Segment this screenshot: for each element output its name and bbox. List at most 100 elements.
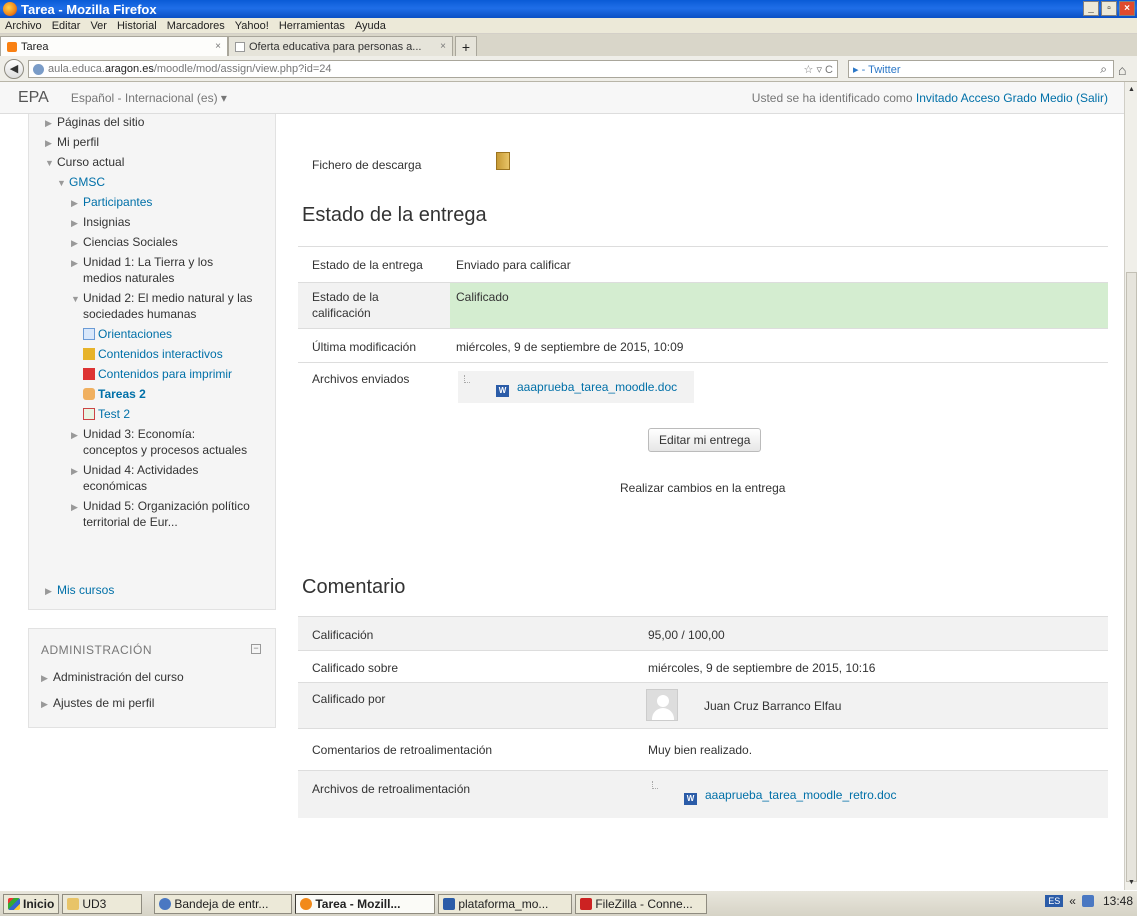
firefox-icon: [300, 897, 313, 910]
taskbar-item-bandeja[interactable]: Bandeja de entr...: [154, 893, 293, 914]
menu-yahoo[interactable]: Yahoo!: [230, 20, 274, 32]
system-tray: ES « 13:48: [1045, 894, 1133, 908]
close-icon[interactable]: ×: [440, 41, 446, 52]
taskbar-item-filezilla[interactable]: FileZilla - Conne...: [575, 893, 708, 914]
nav-unidad-1-cont[interactable]: medios naturales: [83, 270, 174, 286]
download-file-icon[interactable]: [496, 152, 510, 170]
nav-unidad-2[interactable]: ▼ Unidad 2: El medio natural y las: [71, 290, 252, 307]
new-tab-button[interactable]: +: [455, 36, 477, 56]
taskbar-item-firefox[interactable]: Tarea - Mozill...: [295, 893, 436, 914]
url-bar[interactable]: aula.educa. aragon.es/moodle/mod/assign/v…: [28, 60, 838, 78]
menu-editar[interactable]: Editar: [47, 20, 86, 32]
tab-tarea[interactable]: Tarea ×: [0, 36, 228, 56]
nav-insignias[interactable]: ▶ Insignias: [71, 214, 130, 231]
scroll-up-arrow[interactable]: ▲: [1126, 84, 1137, 95]
nav-unidad-3[interactable]: ▶ Unidad 3: Economía:: [71, 426, 195, 443]
network-icon[interactable]: [1081, 895, 1094, 907]
bookmark-reload-icons[interactable]: ☆ ▿ C: [804, 63, 833, 76]
word-icon: [443, 897, 456, 910]
nav-unidad-4[interactable]: ▶ Unidad 4: Actividades: [71, 462, 198, 479]
nav-unidad-5[interactable]: ▶ Unidad 5: Organización político: [71, 498, 250, 515]
search-icon[interactable]: ⌕: [1100, 62, 1107, 77]
menu-ver[interactable]: Ver: [85, 20, 112, 32]
input-language[interactable]: ES: [1045, 895, 1064, 907]
expand-icon: ▶: [71, 218, 78, 228]
nav-test-2[interactable]: Test 2: [83, 406, 130, 422]
close-window-button[interactable]: ×: [1119, 1, 1135, 16]
login-user-link[interactable]: Invitado Acceso Grado Medio: [916, 91, 1073, 105]
collapse-block-icon[interactable]: −: [251, 644, 261, 654]
nav-participantes[interactable]: ▶ Participantes: [71, 194, 152, 211]
mail-icon: [159, 897, 172, 910]
page-icon: [83, 328, 95, 340]
minimize-button[interactable]: _: [1083, 1, 1099, 16]
tray-expand[interactable]: «: [1069, 894, 1076, 908]
edit-submission-button[interactable]: Editar mi entrega: [648, 428, 762, 452]
logout-link[interactable]: (Salir): [1076, 91, 1108, 105]
search-bar[interactable]: ▸ - Twitter ⌕: [848, 60, 1114, 78]
nav-mis-cursos[interactable]: ▶ Mis cursos: [45, 582, 114, 599]
taskbar-item-ud3[interactable]: UD3: [62, 893, 143, 914]
nav-gmsc[interactable]: ▼ GMSC: [57, 174, 105, 191]
scroll-thumb[interactable]: [1126, 272, 1137, 882]
grading-status: Calificado: [456, 290, 509, 304]
nav-unidad-5-cont[interactable]: territorial de Eur...: [83, 514, 178, 530]
tab-oferta[interactable]: Oferta educativa para personas a... ×: [228, 36, 453, 56]
expand-icon: ▶: [71, 198, 78, 208]
scroll-down-arrow[interactable]: ▼: [1126, 877, 1137, 888]
avatar[interactable]: [646, 689, 678, 721]
nav-orientaciones[interactable]: Orientaciones: [83, 326, 172, 342]
nav-unidad-3-cont[interactable]: conceptos y procesos actuales: [83, 442, 247, 458]
close-icon[interactable]: ×: [215, 41, 221, 52]
start-button[interactable]: Inicio: [3, 893, 60, 914]
nav-unidad-4-cont[interactable]: económicas: [83, 478, 147, 494]
language-selector[interactable]: Español - Internacional (es) ▾: [71, 91, 227, 105]
nav-paginas-sitio[interactable]: ▶ Páginas del sitio: [45, 114, 144, 131]
nav-ciencias-sociales[interactable]: ▶ Ciencias Sociales: [71, 234, 178, 251]
admin-ajustes-perfil-link[interactable]: ▶ Ajustes de mi perfil: [41, 695, 154, 712]
admin-curso-link[interactable]: ▶ Administración del curso: [41, 669, 184, 686]
submitted-file-link[interactable]: Waaaprueba_tarea_moodle.doc: [496, 379, 677, 397]
menu-historial[interactable]: Historial: [112, 20, 162, 32]
nav-unidad-1[interactable]: ▶ Unidad 1: La Tierra y los: [71, 254, 213, 271]
nav-curso-actual[interactable]: ▼ Curso actual: [45, 154, 124, 171]
nav-contenidos-imprimir[interactable]: Contenidos para imprimir: [83, 366, 232, 382]
maximize-button[interactable]: ▫: [1101, 1, 1117, 16]
nav-unidad-2-cont[interactable]: sociedades humanas: [83, 306, 196, 322]
site-brand[interactable]: EPA: [18, 89, 49, 107]
menu-marcadores[interactable]: Marcadores: [162, 20, 230, 32]
feedback-file-link[interactable]: Waaaprueba_tarea_moodle_retro.doc: [684, 787, 896, 805]
navigation-bar: ◀ aula.educa. aragon.es/moodle/mod/assign…: [0, 56, 1137, 82]
table-row: Última modificación miércoles, 9 de sept…: [298, 328, 1108, 362]
download-label: Fichero de descarga: [312, 158, 422, 172]
table-row: Calificado por Juan Cruz Barranco Elfau: [298, 682, 1108, 728]
quiz-check-icon: [83, 408, 95, 420]
expand-icon: ▶: [45, 586, 52, 596]
firefox-icon: [3, 2, 17, 16]
row-label: Última modificación: [312, 340, 417, 354]
menu-herramientas[interactable]: Herramientas: [274, 20, 350, 32]
window-titlebar: Tarea - Mozilla Firefox _ ▫ ×: [0, 0, 1137, 18]
menu-archivo[interactable]: Archivo: [0, 20, 47, 32]
menu-ayuda[interactable]: Ayuda: [350, 20, 391, 32]
filezilla-icon: [580, 897, 593, 910]
taskbar-item-word[interactable]: plataforma_mo...: [438, 893, 573, 914]
feedback-comment: Muy bien realizado.: [648, 743, 753, 757]
back-button[interactable]: ◀: [4, 58, 24, 79]
navigation-block: ▶ Páginas del sitio ▶ Mi perfil ▼ Curso act…: [28, 114, 276, 610]
nav-mi-perfil[interactable]: ▶ Mi perfil: [45, 134, 99, 151]
table-row: Archivos enviados Waaaprueba_tarea_moodl…: [298, 362, 1108, 414]
table-row: Estado de la entrega Enviado para califi…: [298, 246, 1108, 282]
main-content: Fichero de descarga Estado de la entrega…: [298, 114, 1108, 890]
row-label: Estado de la: [312, 290, 379, 304]
login-prefix: Usted se ha identificado como: [751, 90, 916, 105]
expand-icon: ▶: [45, 138, 52, 148]
nav-tareas-2[interactable]: Tareas 2: [83, 386, 146, 402]
home-icon[interactable]: ⌂: [1118, 62, 1126, 78]
url-path: /moodle/mod/assign/view.php?id=24: [153, 63, 332, 75]
grade-value: 95,00 / 100,00: [648, 628, 725, 642]
nav-contenidos-interactivos[interactable]: Contenidos interactivos: [83, 346, 223, 362]
administration-block: ADMINISTRACIÓN − ▶ Administración del cur…: [28, 628, 276, 728]
row-label: Estado de la entrega: [312, 258, 423, 272]
page-scrollbar[interactable]: ▲ ▼: [1124, 82, 1137, 890]
